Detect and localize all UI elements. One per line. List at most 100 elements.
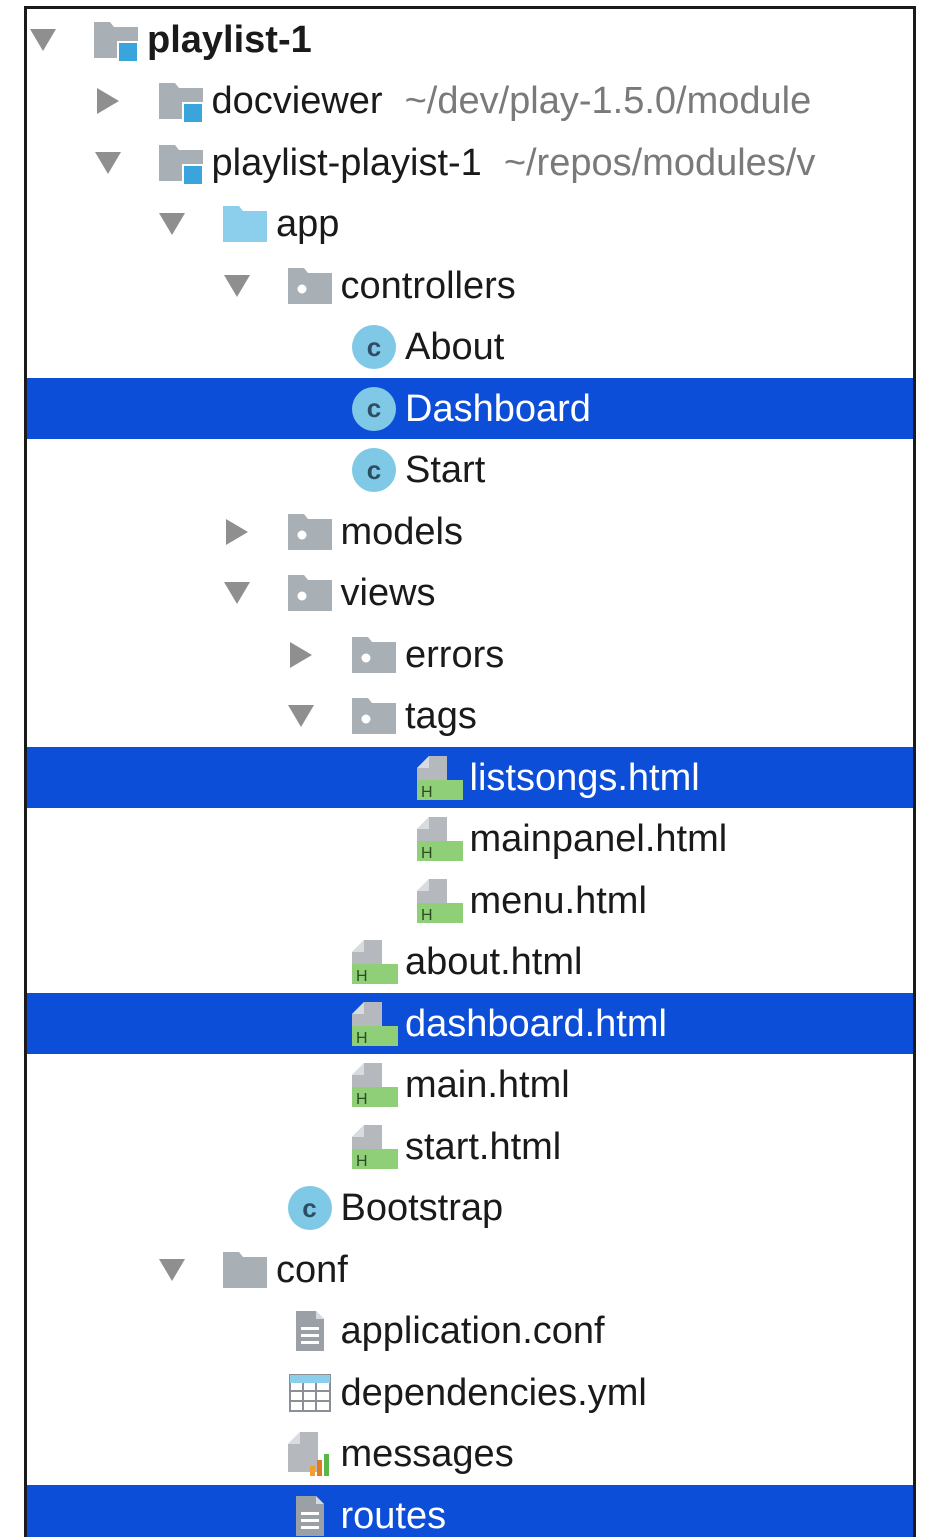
tree-row-listsongs[interactable]: Hlistsongs.html xyxy=(27,747,913,808)
tree-row-controllers[interactable]: controllers xyxy=(27,255,913,316)
tree-row-label: playlist-1 xyxy=(147,17,312,63)
tree-row-menu[interactable]: Hmenu.html xyxy=(27,870,913,931)
collapse-arrow-icon[interactable] xyxy=(289,643,313,667)
tree-row-label: tags xyxy=(405,693,477,739)
tree-row-playlist-1[interactable]: playlist-1 xyxy=(27,9,913,70)
item-name: start.html xyxy=(405,1125,562,1168)
module-folder-icon xyxy=(92,16,140,64)
tree-row-about-class[interactable]: c About xyxy=(27,317,913,378)
tree-row-conf[interactable]: conf xyxy=(27,1239,913,1300)
tree-row-docviewer[interactable]: docviewer ~/dev/play-1.5.0/module xyxy=(27,71,913,132)
tree-row-label: app xyxy=(276,201,339,247)
item-name: Start xyxy=(405,449,486,491)
svg-text:H: H xyxy=(356,1030,368,1047)
package-folder-icon xyxy=(350,631,398,679)
item-name: menu.html xyxy=(469,879,647,922)
package-folder-icon xyxy=(286,569,334,617)
tree-row-label: playlist-playist-1 ~/repos/modules/v xyxy=(212,140,816,186)
tree-row-dashboard-class[interactable]: c Dashboard xyxy=(27,378,913,439)
tree-row-label: listsongs.html xyxy=(470,755,700,801)
svg-text:H: H xyxy=(356,968,368,985)
expand-arrow-icon[interactable] xyxy=(31,28,55,52)
html-file-icon: H xyxy=(350,938,398,986)
item-name: controllers xyxy=(340,264,516,307)
tree-row-app[interactable]: app xyxy=(27,194,913,255)
module-folder-icon xyxy=(157,77,205,125)
tree-row-label: Dashboard xyxy=(405,386,591,432)
collapse-arrow-icon[interactable] xyxy=(96,89,120,113)
tree-row-label: controllers xyxy=(341,263,516,309)
item-name: playlist-playist-1 xyxy=(211,141,482,184)
item-name: main.html xyxy=(405,1064,570,1106)
class-icon: c xyxy=(286,1184,334,1232)
tree-row-label: messages xyxy=(341,1431,514,1477)
item-name: messages xyxy=(340,1433,514,1475)
item-name: dependencies.yml xyxy=(340,1371,647,1414)
html-file-icon: H xyxy=(350,1123,398,1171)
tree-row-models[interactable]: models xyxy=(27,501,913,562)
html-file-icon: H xyxy=(350,1061,398,1109)
tree-row-label: application.conf xyxy=(341,1308,605,1354)
tree-row-main-html[interactable]: Hmain.html xyxy=(27,1055,913,1116)
tree-row-label: models xyxy=(341,509,464,555)
item-name: listsongs.html xyxy=(469,756,700,799)
tree-row-bootstrap[interactable]: c Bootstrap xyxy=(27,1178,913,1239)
svg-text:H: H xyxy=(356,1153,368,1170)
expand-arrow-icon[interactable] xyxy=(160,212,184,236)
package-folder-icon xyxy=(350,692,398,740)
item-name: errors xyxy=(405,633,505,676)
tree-row-label: about.html xyxy=(405,939,582,985)
item-name: conf xyxy=(276,1248,348,1291)
module-path: ~/dev/play-1.5.0/module xyxy=(404,80,812,122)
folder-icon xyxy=(221,1246,269,1294)
tree-row-label: conf xyxy=(276,1247,348,1293)
tree-row-errors[interactable]: errors xyxy=(27,624,913,685)
expand-arrow-icon[interactable] xyxy=(289,704,313,728)
tree-row-start-html[interactable]: Hstart.html xyxy=(27,1116,913,1177)
item-name: Dashboard xyxy=(405,387,591,430)
item-name: mainpanel.html xyxy=(469,818,728,860)
expand-arrow-icon[interactable] xyxy=(225,581,249,605)
tree-row-playlist-playist-1[interactable]: playlist-playist-1 ~/repos/modules/v xyxy=(27,132,913,193)
expand-arrow-icon[interactable] xyxy=(225,274,249,298)
svg-text:H: H xyxy=(356,1091,368,1108)
tree-row-dependencies[interactable]: dependencies.yml xyxy=(27,1362,913,1423)
yml-file-icon xyxy=(286,1369,334,1417)
tree-row-views[interactable]: views xyxy=(27,563,913,624)
class-icon: c xyxy=(350,323,398,371)
properties-file-icon xyxy=(286,1430,334,1478)
tree-row-messages[interactable]: messages xyxy=(27,1424,913,1485)
item-name: playlist-1 xyxy=(147,18,312,61)
item-name: routes xyxy=(340,1494,447,1537)
tree-row-about-html[interactable]: Habout.html xyxy=(27,932,913,993)
tree-row-label: errors xyxy=(405,632,504,678)
tree-row-label: menu.html xyxy=(470,878,647,924)
tree-row-label: Start xyxy=(405,447,485,493)
tree-row-label: mainpanel.html xyxy=(470,816,728,862)
tree-row-start-class[interactable]: c Start xyxy=(27,440,913,501)
tree-row-tags[interactable]: tags xyxy=(27,686,913,747)
text-file-icon xyxy=(286,1492,334,1537)
tree-row-mainpanel[interactable]: Hmainpanel.html xyxy=(27,809,913,870)
tree-row-dashboard-html[interactable]: Hdashboard.html xyxy=(27,993,913,1054)
module-folder-icon xyxy=(157,139,205,187)
item-name: dashboard.html xyxy=(405,1002,667,1045)
item-name: views xyxy=(340,572,436,614)
item-name: docviewer xyxy=(211,80,383,122)
collapse-arrow-icon[interactable] xyxy=(225,520,249,544)
tree-row-label: start.html xyxy=(405,1124,561,1170)
expand-arrow-icon[interactable] xyxy=(160,1258,184,1282)
package-folder-icon xyxy=(286,508,334,556)
item-name: about.html xyxy=(405,941,583,983)
tree-row-routes[interactable]: routes xyxy=(27,1485,913,1537)
tree-row-application-conf[interactable]: application.conf xyxy=(27,1301,913,1362)
html-file-icon: H xyxy=(415,815,463,863)
html-file-icon: H xyxy=(415,877,463,925)
expand-arrow-icon[interactable] xyxy=(96,151,120,175)
source-folder-icon xyxy=(221,200,269,248)
tree-row-label: routes xyxy=(341,1493,447,1537)
tree-row-label: dashboard.html xyxy=(405,1001,667,1047)
item-name: application.conf xyxy=(340,1310,605,1352)
class-icon: c xyxy=(350,385,398,433)
item-name: About xyxy=(405,326,505,368)
